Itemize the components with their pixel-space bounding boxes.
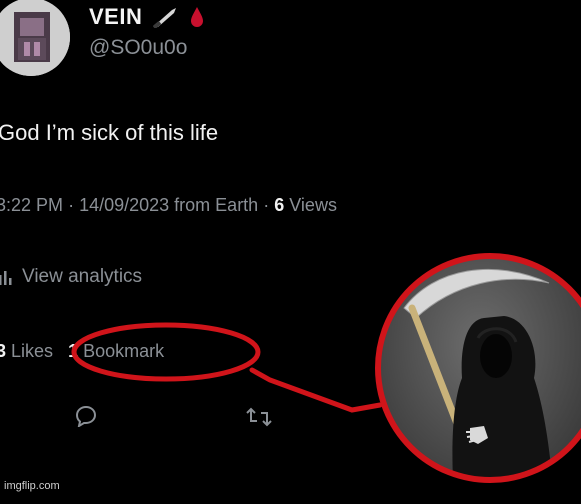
avatar-image bbox=[0, 0, 70, 76]
user-handle[interactable]: @SO0u0o bbox=[89, 36, 187, 60]
views-count: 6 bbox=[274, 195, 285, 215]
avatar[interactable] bbox=[0, 0, 70, 76]
tweet-date[interactable]: 14/09/2023 bbox=[79, 195, 169, 215]
annotation-connector-line bbox=[249, 367, 383, 413]
likes-stat[interactable]: 3 Likes bbox=[0, 341, 53, 361]
bookmarks-label: Bookmark bbox=[83, 341, 165, 361]
bookmarks-stat[interactable]: 1 Bookmark bbox=[68, 341, 164, 361]
meta-separator: · bbox=[263, 195, 275, 215]
meta-separator: · bbox=[68, 195, 80, 215]
retweet-icon[interactable] bbox=[246, 407, 272, 427]
likes-label: Likes bbox=[11, 341, 54, 361]
display-name[interactable]: VEIN bbox=[89, 4, 142, 30]
tweet-source: from Earth bbox=[174, 195, 259, 215]
stats-gap bbox=[58, 341, 63, 361]
engagement-stats: 3 Likes 1 Bookmark bbox=[0, 341, 164, 362]
views-label: Views bbox=[289, 195, 337, 215]
likes-count: 3 bbox=[0, 341, 7, 361]
reply-icon[interactable] bbox=[75, 405, 97, 427]
view-analytics-label: View analytics bbox=[22, 266, 143, 287]
analytics-icon bbox=[0, 271, 12, 285]
tweet-text: God I’m sick of this life bbox=[0, 120, 219, 145]
tweet-time[interactable]: 3:22 PM bbox=[0, 195, 63, 215]
knife-icon bbox=[153, 8, 177, 28]
grim-reaper-inset bbox=[375, 253, 581, 483]
view-analytics-link[interactable]: View analytics bbox=[0, 266, 142, 288]
watermark: imgflip.com bbox=[4, 480, 60, 492]
display-name-row: VEIN bbox=[89, 4, 204, 30]
blood-drop-icon bbox=[191, 7, 204, 27]
bookmarks-count: 1 bbox=[68, 341, 79, 361]
tweet-meta: 3:22 PM · 14/09/2023 from Earth · 6 View… bbox=[0, 195, 337, 216]
